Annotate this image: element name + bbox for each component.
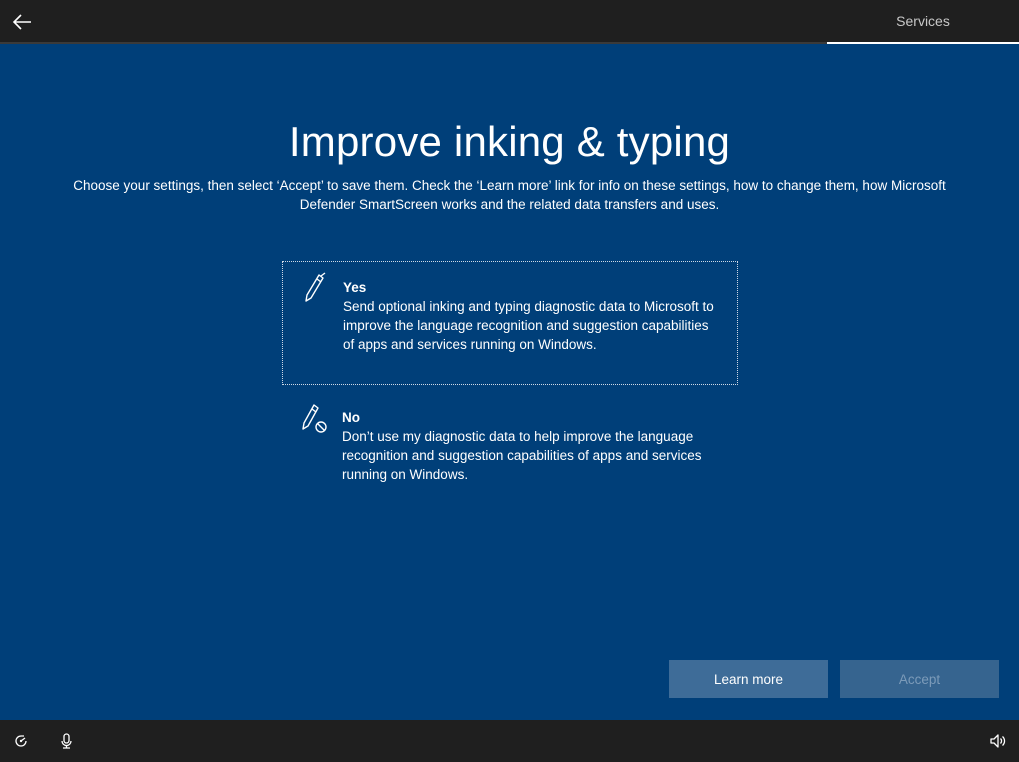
- page-title: Improve inking & typing: [288, 118, 731, 165]
- option-no[interactable]: No Don’t use my diagnostic data to help …: [282, 392, 738, 488]
- pen-blocked-icon: [300, 402, 327, 434]
- option-no-heading: No: [342, 410, 360, 425]
- progress-track: [0, 42, 827, 44]
- page-subtitle: Choose your settings, then select ‘Accep…: [73, 178, 946, 212]
- option-no-description: Don’t use my diagnostic data to help imp…: [342, 429, 702, 482]
- bottom-bar: [0, 720, 1019, 762]
- option-yes[interactable]: Yes Send optional inking and typing diag…: [282, 261, 738, 385]
- learn-more-button[interactable]: Learn more: [669, 660, 828, 698]
- volume-icon[interactable]: [989, 732, 1007, 750]
- ease-of-access-icon[interactable]: [12, 732, 30, 750]
- microphone-icon[interactable]: [58, 732, 76, 750]
- accept-button[interactable]: Accept: [840, 660, 999, 698]
- back-arrow-icon[interactable]: [8, 8, 36, 36]
- option-yes-heading: Yes: [343, 280, 367, 295]
- top-bar: Services: [0, 0, 1019, 44]
- step-label-services: Services: [827, 0, 1019, 44]
- option-yes-description: Send optional inking and typing diagnost…: [343, 299, 714, 352]
- pen-icon: [301, 272, 327, 304]
